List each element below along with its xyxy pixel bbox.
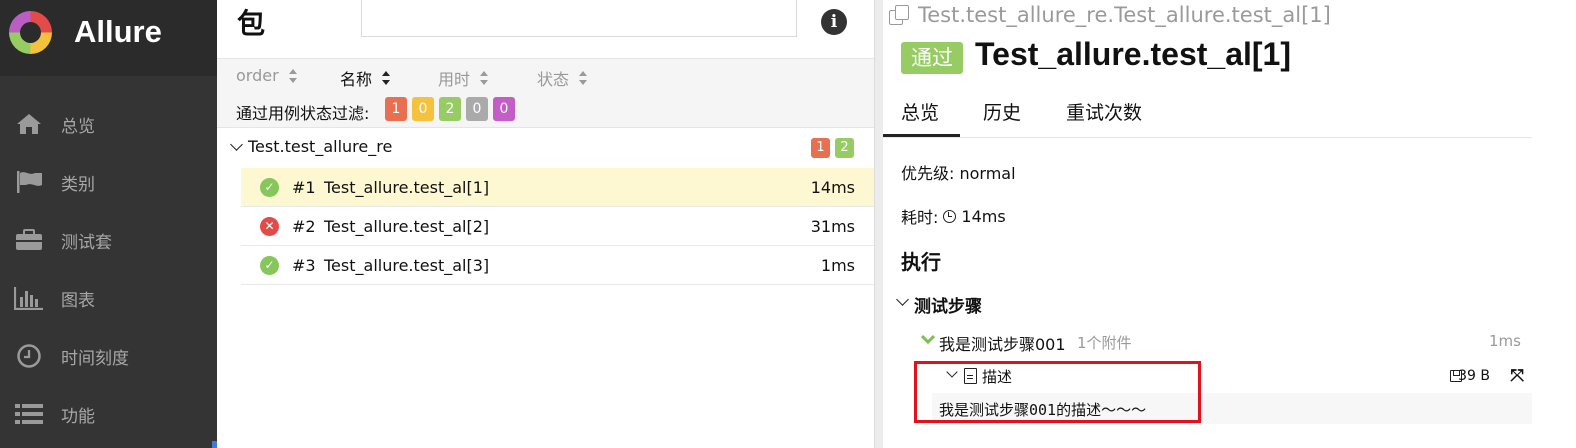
sort-label: 状态 xyxy=(537,70,570,89)
sidebar: Allure 总览 类别 测试套 图表 时间刻度 功能 xyxy=(0,0,217,448)
copy-icon[interactable] xyxy=(889,5,909,25)
sidebar-item-suites[interactable]: 测试套 xyxy=(0,220,217,260)
sidebar-item-label: 功能 xyxy=(61,406,95,427)
pane-splitter[interactable] xyxy=(874,0,883,448)
close-icon: ✕ xyxy=(260,217,279,236)
duration-value: 14ms xyxy=(961,206,1006,226)
sidebar-item-categories[interactable]: 类别 xyxy=(0,162,217,202)
attachment-size: 39 B xyxy=(1458,368,1490,384)
tab-history[interactable]: 历史 xyxy=(983,98,1021,125)
filter-failed[interactable]: 1 xyxy=(385,97,407,121)
sort-order[interactable]: order xyxy=(236,66,298,85)
sidebar-item-label: 时间刻度 xyxy=(61,348,129,369)
check-icon: ✓ xyxy=(260,178,279,197)
test-number: #2 xyxy=(292,217,316,236)
sort-label: order xyxy=(236,66,279,85)
expand-icon[interactable]: ⤧ xyxy=(1510,368,1524,385)
tab-overview[interactable]: 总览 xyxy=(901,98,939,125)
step-attachment-count: 1个附件 xyxy=(1077,334,1132,352)
sort-arrows-icon xyxy=(382,71,391,85)
test-duration: 1ms xyxy=(820,256,855,275)
flag-icon xyxy=(14,169,44,195)
page-title: Test_allure.test_al[1] xyxy=(975,36,1291,72)
sort-arrows-icon xyxy=(480,71,489,85)
test-group[interactable]: Test.test_allure_re 1 2 xyxy=(217,129,874,167)
sort-label: 用时 xyxy=(438,70,471,89)
test-step[interactable]: 我是测试步骤001 1个附件 1ms xyxy=(920,330,1532,354)
chevron-down-icon xyxy=(230,138,243,151)
briefcase-icon xyxy=(14,227,44,253)
filter-passed[interactable]: 2 xyxy=(439,97,461,121)
test-name: Test_allure.test_al[2] xyxy=(324,217,490,236)
sort-label: 名称 xyxy=(340,70,373,89)
check-icon: ✓ xyxy=(260,256,279,275)
allure-logo xyxy=(9,11,52,54)
test-row[interactable]: ✓ #1 Test_allure.test_al[1] 14ms xyxy=(241,168,874,207)
active-tab-indicator xyxy=(883,134,960,137)
pane-title: 包 xyxy=(237,7,266,40)
bar-chart-icon xyxy=(14,285,44,311)
test-name: Test_allure.test_al[3] xyxy=(324,256,490,275)
sidebar-item-label: 总览 xyxy=(61,116,95,137)
sidebar-item-label: 类别 xyxy=(61,174,95,195)
test-row[interactable]: ✓ #3 Test_allure.test_al[3] 1ms xyxy=(241,246,874,285)
sort-bar: order 名称 用时 状态 通过用例状态过滤: 1 0 2 0 0 xyxy=(217,58,874,128)
sidebar-item-timeline[interactable]: 时间刻度 xyxy=(0,336,217,376)
duration-label: 耗时: xyxy=(901,208,939,227)
sidebar-item-label: 测试套 xyxy=(61,232,112,253)
search-input[interactable] xyxy=(361,0,797,37)
status-badge: 通过 xyxy=(901,42,963,74)
brand[interactable]: Allure xyxy=(0,0,217,76)
test-row[interactable]: ✕ #2 Test_allure.test_al[2] 31ms xyxy=(241,207,874,246)
status-filter-label: 通过用例状态过滤: xyxy=(236,104,370,123)
app-name: Allure xyxy=(74,14,162,49)
breadcrumb-text: Test.test_allure_re.Test_allure.test_al[… xyxy=(918,3,1331,27)
filter-unknown[interactable]: 0 xyxy=(493,97,515,121)
test-duration: 31ms xyxy=(810,217,855,236)
sidebar-item-graphs[interactable]: 图表 xyxy=(0,278,217,318)
sort-arrows-icon xyxy=(288,68,298,83)
group-passed-badge: 2 xyxy=(835,138,854,158)
filter-broken[interactable]: 0 xyxy=(412,97,434,121)
priority: 优先级: normal xyxy=(901,164,1016,183)
test-detail-pane: Test.test_allure_re.Test_allure.test_al[… xyxy=(883,0,1576,448)
info-icon[interactable]: i xyxy=(821,9,847,35)
sort-name[interactable]: 名称 xyxy=(340,66,391,90)
test-number: #3 xyxy=(292,256,316,275)
tab-retries[interactable]: 重试次数 xyxy=(1066,98,1142,125)
test-name: Test_allure.test_al[1] xyxy=(324,178,490,197)
home-icon xyxy=(14,111,44,137)
clock-icon xyxy=(14,343,44,369)
clock-icon xyxy=(943,209,957,223)
sidebar-item-label: 图表 xyxy=(61,290,95,311)
sidebar-item-behaviors[interactable]: 功能 xyxy=(0,394,217,434)
sidebar-item-overview[interactable]: 总览 xyxy=(0,104,217,144)
tab-bar: 总览 历史 重试次数 xyxy=(883,90,1532,138)
step-name: 我是测试步骤001 xyxy=(939,335,1066,354)
step-duration: 1ms xyxy=(1489,332,1521,350)
test-list-pane: 包 i order 名称 用时 状态 通过用例状态过滤: 1 0 2 0 0 T… xyxy=(217,0,874,448)
breadcrumb: Test.test_allure_re.Test_allure.test_al[… xyxy=(889,3,1331,27)
steps-heading[interactable]: 测试步骤 xyxy=(914,292,982,317)
sort-duration[interactable]: 用时 xyxy=(438,66,489,90)
chevron-down-icon[interactable] xyxy=(896,293,909,306)
chevron-down-icon xyxy=(920,331,936,350)
list-icon xyxy=(14,401,44,427)
duration: 耗时: 14ms xyxy=(901,204,1006,228)
test-number: #1 xyxy=(292,178,316,197)
execution-heading: 执行 xyxy=(901,250,941,274)
highlight-box xyxy=(914,361,1201,423)
group-failed-badge: 1 xyxy=(811,138,830,158)
sort-arrows-icon xyxy=(579,71,588,85)
sort-status[interactable]: 状态 xyxy=(537,66,588,90)
filter-skipped[interactable]: 0 xyxy=(466,97,488,121)
group-name: Test.test_allure_re xyxy=(248,137,393,156)
test-duration: 14ms xyxy=(810,178,855,197)
